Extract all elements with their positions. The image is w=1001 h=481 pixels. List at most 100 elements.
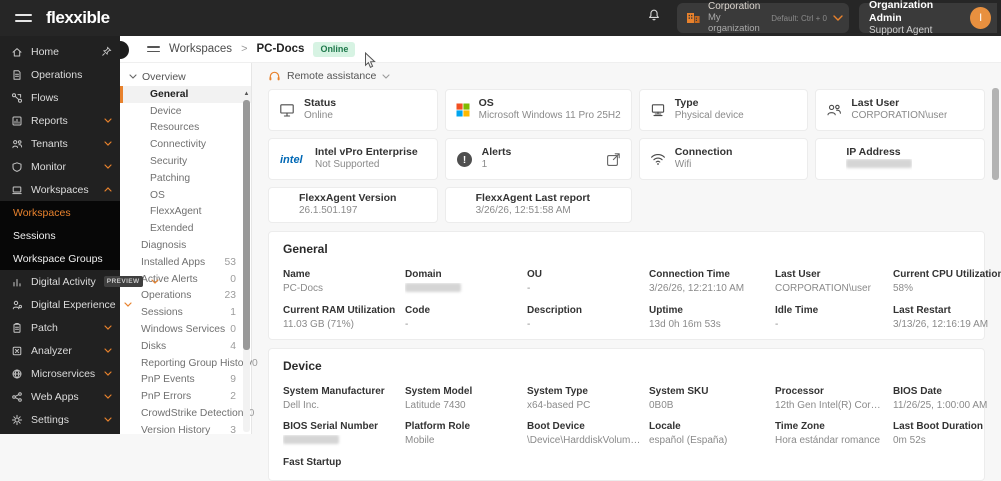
breadcrumb-bar: Workspaces > PC-Docs Online	[120, 36, 1001, 63]
sidebar-item-settings[interactable]: Settings	[0, 408, 120, 431]
sidebar-item-label: Digital Activity	[31, 276, 96, 288]
subnav-link-version-history[interactable]: Version History3	[120, 422, 251, 439]
main-scrollbar-thumb[interactable]	[992, 88, 999, 180]
redacted-value	[405, 283, 461, 292]
subnav-link-crowdstrike-detections[interactable]: CrowdStrike Detections0	[120, 405, 251, 422]
main-content: Remote assistance StatusOnline OSMicroso…	[252, 63, 1001, 434]
chevron-down-icon	[151, 279, 159, 284]
panel-menu-icon[interactable]	[147, 43, 160, 55]
sidebar-item-monitor[interactable]: Monitor	[0, 155, 120, 178]
analyzer-icon	[11, 345, 23, 357]
redacted-value	[846, 159, 912, 168]
sidebar-item-label: Patch	[31, 322, 58, 334]
sidebar-item-label: Microservices	[31, 368, 95, 380]
chevron-down-icon	[104, 417, 112, 422]
sidebar-item-label: Tenants	[31, 138, 68, 150]
intel-logo: intel	[279, 152, 306, 166]
subnav-scrollbar-thumb[interactable]	[243, 100, 250, 350]
sidebar-item-label: Monitor	[31, 161, 66, 173]
subnav-link-disks[interactable]: Disks4	[120, 338, 251, 355]
card-flexxagent-last-report: FlexxAgent Last report3/26/26, 12:51:58 …	[445, 187, 632, 223]
sidebar-item-flows[interactable]: Flows	[0, 86, 120, 109]
section-title: General	[283, 242, 970, 256]
desktop-icon	[650, 103, 666, 118]
users-icon	[826, 103, 842, 117]
user-role: Organization Admin	[869, 0, 962, 25]
operations-icon	[11, 69, 23, 81]
bell-icon[interactable]	[641, 6, 667, 30]
sidebar: Home Operations Flows Reports Tenants Mo…	[0, 36, 120, 434]
subnav-link-diagnosis[interactable]: Diagnosis	[120, 237, 251, 254]
scroll-up-icon[interactable]: ▲	[243, 90, 250, 98]
sidebar-item-analyzer[interactable]: Analyzer	[0, 339, 120, 362]
sidebar-subitem-label: Workspace Groups	[13, 253, 103, 265]
windows-logo-icon	[456, 103, 470, 117]
sidebar-item-microservices[interactable]: Microservices	[0, 362, 120, 385]
subnav-link-installed-apps[interactable]: Installed Apps53	[120, 254, 251, 271]
remote-assistance-button[interactable]: Remote assistance	[268, 70, 390, 82]
card-intel-vpro: intel Intel vPro EnterpriseNot Supported	[268, 138, 438, 180]
subnav-group-overview[interactable]: Overview	[120, 67, 251, 86]
pin-icon[interactable]	[101, 46, 112, 57]
monitor-shield-icon	[11, 161, 23, 173]
headset-icon	[268, 70, 281, 82]
subnav-page-security[interactable]: Security	[120, 153, 251, 170]
card-alerts: ! Alerts1	[445, 138, 632, 180]
settings-gear-icon	[11, 414, 23, 426]
redacted-value	[283, 435, 339, 444]
sidebar-item-patch[interactable]: Patch	[0, 316, 120, 339]
subnav-link-sessions[interactable]: Sessions1	[120, 304, 251, 321]
chevron-down-icon	[129, 74, 137, 79]
sidebar-subitem-sessions[interactable]: Sessions	[0, 224, 120, 247]
subnav-page-patching[interactable]: Patching	[120, 170, 251, 187]
sidebar-item-digital-experience[interactable]: Digital Experience	[0, 293, 120, 316]
preview-badge: PREVIEW	[104, 276, 143, 287]
avatar[interactable]: I	[970, 7, 991, 29]
subnav-link-pnp-errors[interactable]: PnP Errors2	[120, 388, 251, 405]
sidebar-item-operations[interactable]: Operations	[0, 63, 120, 86]
card-type: TypePhysical device	[639, 89, 809, 131]
sidebar-item-digital-activity[interactable]: Digital Activity PREVIEW	[0, 270, 120, 293]
external-link-icon[interactable]	[606, 152, 621, 167]
chevron-down-icon	[104, 348, 112, 353]
sidebar-subitem-label: Sessions	[13, 230, 56, 242]
chevron-down-icon	[833, 15, 843, 21]
sidebar-subitem-workspaces[interactable]: Workspaces	[0, 201, 120, 224]
tenants-icon	[11, 138, 23, 150]
sidebar-subitem-workspace-groups[interactable]: Workspace Groups	[0, 247, 120, 270]
web-apps-icon	[11, 391, 23, 403]
subnav-page-extended[interactable]: Extended	[120, 220, 251, 237]
sidebar-item-tenants[interactable]: Tenants	[0, 132, 120, 155]
chevron-down-icon	[124, 302, 132, 307]
subnav-page-connectivity[interactable]: Connectivity	[120, 136, 251, 153]
subnav-link-reporting-group-history[interactable]: Reporting Group History0	[120, 355, 251, 372]
subnav-page-device[interactable]: Device	[120, 103, 251, 120]
sidebar-item-label: Digital Experience	[31, 299, 116, 311]
sidebar-item-home[interactable]: Home	[0, 40, 120, 63]
sidebar-item-label: Home	[31, 46, 59, 58]
sidebar-item-label: Flows	[31, 92, 58, 104]
subnav-page-resources[interactable]: Resources	[120, 120, 251, 137]
subnav-link-operations[interactable]: Operations23	[120, 288, 251, 305]
subnav-page-flexxagent[interactable]: FlexxAgent	[120, 204, 251, 221]
card-status: StatusOnline	[268, 89, 438, 131]
subnav-page-os[interactable]: OS	[120, 187, 251, 204]
breadcrumb-parent[interactable]: Workspaces	[169, 43, 232, 55]
status-monitor-icon	[279, 103, 295, 118]
user-menu[interactable]: Organization Admin Support Agent I	[859, 3, 997, 33]
breadcrumb-separator: >	[241, 43, 247, 55]
wifi-icon	[650, 152, 666, 166]
organization-selector[interactable]: Corporation My organization Default: Ctr…	[677, 3, 849, 33]
sidebar-item-web-apps[interactable]: Web Apps	[0, 385, 120, 408]
menu-icon[interactable]	[15, 10, 32, 26]
patch-icon	[11, 322, 23, 334]
subnav-page-general[interactable]: General	[120, 86, 251, 103]
subnav-link-windows-services[interactable]: Windows Services0	[120, 321, 251, 338]
sidebar-item-workspaces[interactable]: Workspaces	[0, 178, 120, 201]
subnav-link-pnp-events[interactable]: PnP Events9	[120, 372, 251, 389]
sidebar-item-reports[interactable]: Reports	[0, 109, 120, 132]
card-flexxagent-version: FlexxAgent Version26.1.501.197	[268, 187, 438, 223]
chevron-down-icon	[104, 118, 112, 123]
device-subnav: Overview General Device Resources Connec…	[120, 63, 252, 434]
sidebar-item-label: Reports	[31, 115, 68, 127]
